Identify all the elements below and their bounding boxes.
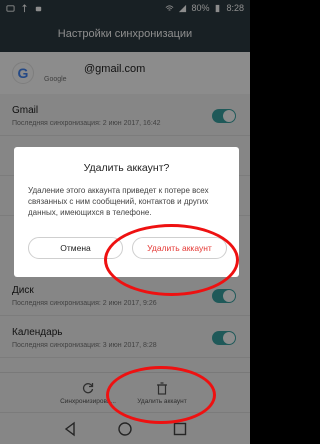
- dialog-message: Удаление этого аккаунта приведет к потер…: [28, 186, 209, 217]
- settings-screen: 80% 8:28 Настройки синхронизации G @gmai…: [0, 0, 250, 444]
- highlight-toolbar-ellipse: [106, 366, 216, 424]
- highlight-confirm-ellipse: [104, 224, 239, 296]
- dialog-title: Удалить аккаунт?: [83, 162, 170, 174]
